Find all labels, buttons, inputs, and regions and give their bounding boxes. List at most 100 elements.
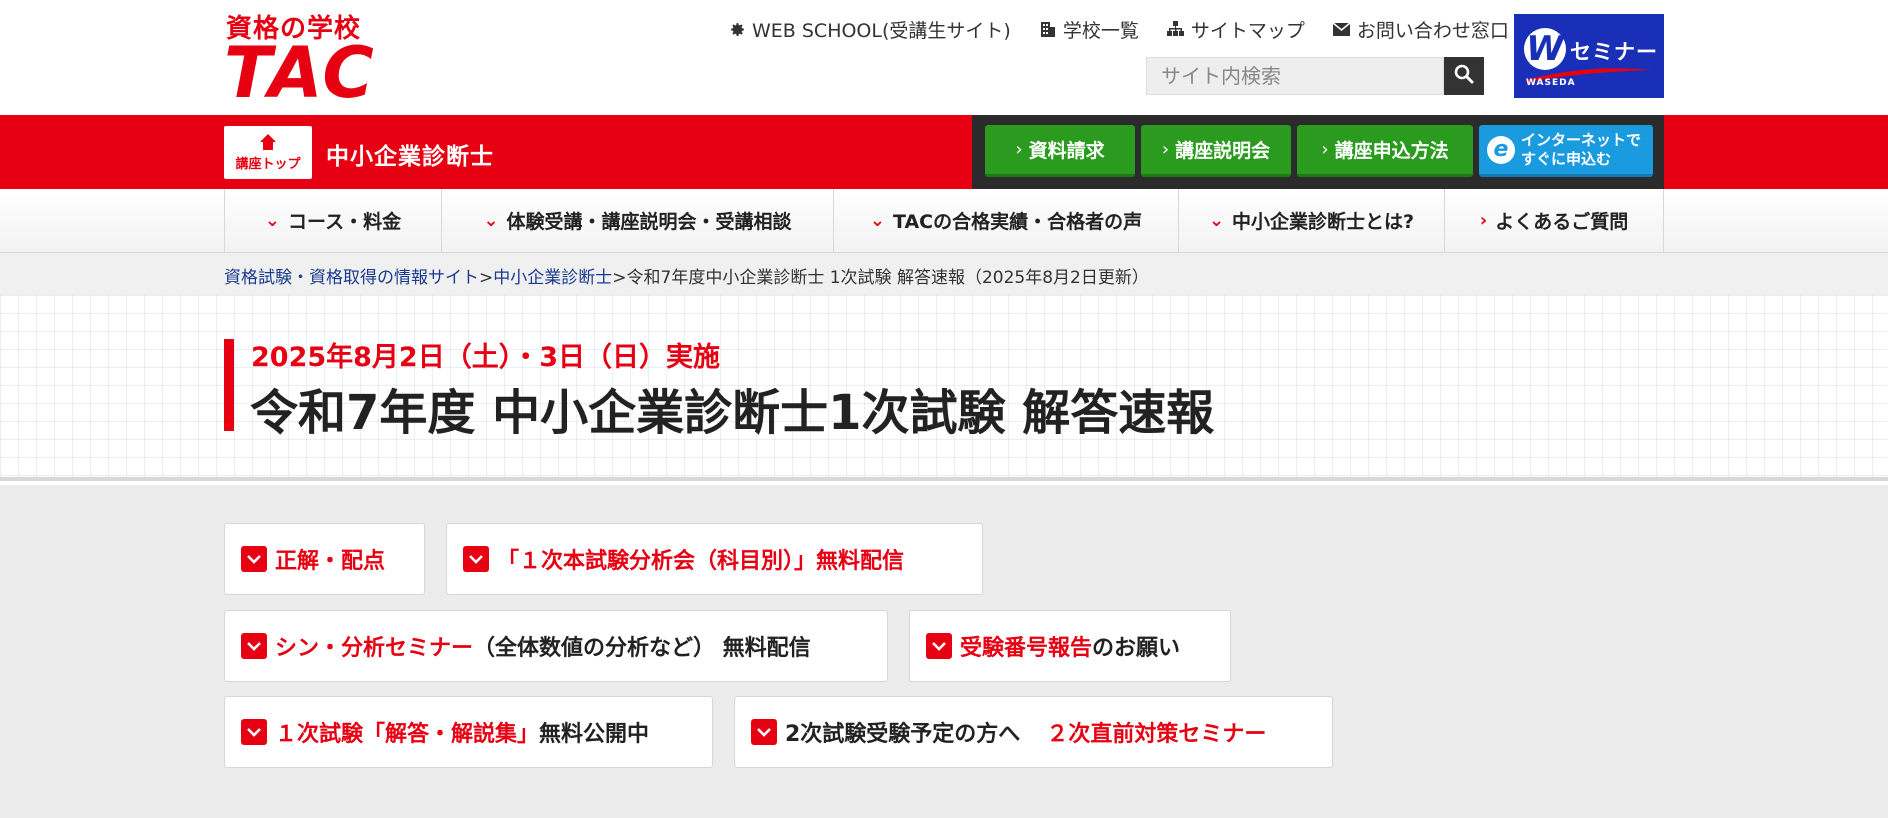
tac-logo[interactable]: 資格の学校 TAC bbox=[224, 8, 394, 114]
search-button[interactable] bbox=[1444, 57, 1484, 95]
card-label-dark: 無料公開中 bbox=[539, 722, 650, 747]
building-icon bbox=[1039, 20, 1057, 38]
main-nav: ⌄ コース・料金 ⌄ 体験受講・講座説明会・受講相談 ⌄ TACの合格実績・合格… bbox=[0, 189, 1888, 253]
card-exam-number-report[interactable]: 受験番号報告のお願い bbox=[909, 610, 1231, 682]
search-icon bbox=[1454, 64, 1474, 88]
utility-links: WEB SCHOOL(受講生サイト) 学校一覧 サイトマップ お問い合わせ窓口 bbox=[728, 16, 1509, 42]
chevron-down-icon: ⌄ bbox=[869, 210, 885, 231]
contact-label: お問い合わせ窓口 bbox=[1356, 19, 1509, 42]
web-school-label: WEB SCHOOL(受講生サイト) bbox=[752, 19, 1011, 42]
card-answers-scores[interactable]: 正解・配点 bbox=[224, 523, 425, 595]
nav-item-label: TACの合格実績・合格者の声 bbox=[892, 211, 1143, 233]
site-header: 資格の学校 TAC WEB SCHOOL(受講生サイト) 学校一覧 サイトマップ bbox=[0, 0, 1888, 115]
internet-apply-line2: すぐに申込む bbox=[1521, 149, 1612, 168]
chevron-right-icon: › bbox=[1479, 210, 1488, 231]
sitemap-icon bbox=[1167, 20, 1185, 38]
internet-apply-line1: インターネットで bbox=[1521, 130, 1642, 149]
cta-panel: › 資料請求 › 講座説明会 › 講座申込方法 e インターネットで すぐに申込… bbox=[972, 115, 1664, 189]
card-label: シン・分析セミナー（全体数値の分析など） 無料配信 bbox=[275, 630, 811, 662]
request-materials-button[interactable]: › 資料請求 bbox=[985, 125, 1135, 177]
breadcrumb-separator: > bbox=[479, 268, 494, 288]
breadcrumb-current: 令和7年度中小企業診断士 1次試験 解答速報（2025年8月2日更新） bbox=[626, 268, 1149, 288]
card-analysis-session[interactable]: 「１次本試験分析会（科目別）」無料配信 bbox=[446, 523, 983, 595]
card-label-red: シン・分析セミナー bbox=[275, 636, 474, 661]
logo-wordmark: TAC bbox=[224, 32, 376, 114]
nav-item-label: 体験受講・講座説明会・受講相談 bbox=[506, 211, 792, 233]
search-input[interactable] bbox=[1146, 57, 1444, 95]
course-bar: 講座トップ 中小企業診断士 › 資料請求 › 講座説明会 › 講座申込方法 e … bbox=[0, 115, 1888, 189]
chevron-down-icon bbox=[241, 633, 267, 659]
nav-item-about[interactable]: ⌄ 中小企業診断士とは? bbox=[1179, 189, 1445, 252]
contact-link[interactable]: お問い合わせ窓口 bbox=[1333, 16, 1509, 43]
card-label: 受験番号報告のお願い bbox=[960, 630, 1180, 662]
hero-accent-bar bbox=[224, 339, 234, 431]
card-label-red: 正解・配点 bbox=[275, 549, 386, 574]
chevron-right-icon: › bbox=[1161, 139, 1170, 160]
internet-apply-text: インターネットで すぐに申込む bbox=[1521, 131, 1641, 169]
waseda-sub-label: WASEDA bbox=[1526, 78, 1576, 88]
card-label-red: ２次直前対策セミナー bbox=[1046, 722, 1267, 747]
request-materials-label: 資料請求 bbox=[1028, 140, 1105, 162]
mail-icon bbox=[1333, 20, 1351, 38]
chevron-down-icon: ⌄ bbox=[1208, 210, 1225, 231]
card-label: 正解・配点 bbox=[275, 543, 385, 575]
course-briefing-button[interactable]: › 講座説明会 bbox=[1141, 125, 1291, 177]
card-label: １次試験「解答・解説集」無料公開中 bbox=[275, 716, 649, 748]
chevron-down-icon: ⌄ bbox=[264, 210, 281, 231]
card-label-dark: 2次試験受験予定の方へ bbox=[785, 722, 1021, 747]
card-label-red: 「１次本試験分析会（科目別）」無料配信 bbox=[497, 549, 905, 574]
e-icon: e bbox=[1487, 135, 1515, 164]
nav-item-trial[interactable]: ⌄ 体験受講・講座説明会・受講相談 bbox=[442, 189, 834, 252]
card-label: 2次試験受験予定の方へ ２次直前対策セミナー bbox=[785, 716, 1266, 748]
chevron-down-icon bbox=[463, 546, 489, 572]
nav-item-label: 中小企業診断士とは? bbox=[1232, 211, 1415, 233]
sitemap-label: サイトマップ bbox=[1190, 19, 1305, 42]
nav-item-label: よくあるご質問 bbox=[1495, 211, 1629, 233]
chevron-down-icon bbox=[241, 546, 267, 572]
page-hero: 2025年8月2日（土）・3日（日）実施 令和7年度 中小企業診断士1次試験 解… bbox=[0, 295, 1888, 481]
chevron-down-icon bbox=[241, 719, 267, 745]
course-top-button[interactable]: 講座トップ bbox=[224, 126, 312, 179]
internet-apply-button[interactable]: e インターネットで すぐに申込む bbox=[1479, 125, 1653, 177]
course-name: 中小企業診断士 bbox=[326, 144, 494, 170]
exam-date: 2025年8月2日（土）・3日（日）実施 bbox=[251, 342, 721, 373]
chevron-down-icon bbox=[751, 719, 777, 745]
breadcrumb-link-home[interactable]: 資格試験・資格取得の情報サイト bbox=[224, 268, 479, 288]
web-school-link[interactable]: WEB SCHOOL(受講生サイト) bbox=[728, 16, 1011, 43]
chevron-down-icon: ⌄ bbox=[483, 210, 499, 231]
school-list-label: 学校一覧 bbox=[1062, 19, 1139, 42]
nav-item-courses[interactable]: ⌄ コース・料金 bbox=[225, 189, 442, 252]
nav-item-label: コース・料金 bbox=[288, 211, 402, 233]
card-label-red: 受験番号報告 bbox=[960, 636, 1093, 661]
waseda-seminar-banner[interactable]: W セミナー WASEDA bbox=[1514, 14, 1664, 98]
nav-item-faq[interactable]: › よくあるご質問 bbox=[1445, 189, 1664, 252]
nav-item-results[interactable]: ⌄ TACの合格実績・合格者の声 bbox=[834, 189, 1179, 252]
page-title: 令和7年度 中小企業診断士1次試験 解答速報 bbox=[250, 385, 1215, 441]
breadcrumb-trail: 資格試験・資格取得の情報サイト>中小企業診断士>令和7年度中小企業診断士 1次試… bbox=[224, 263, 1149, 288]
how-to-apply-label: 講座申込方法 bbox=[1334, 140, 1449, 162]
site-search bbox=[1146, 57, 1484, 95]
card-label: 「１次本試験分析会（科目別）」無料配信 bbox=[497, 543, 904, 575]
course-briefing-label: 講座説明会 bbox=[1175, 140, 1271, 162]
chevron-right-icon: › bbox=[1321, 139, 1329, 160]
school-list-link[interactable]: 学校一覧 bbox=[1039, 16, 1139, 43]
waseda-seminar-label: セミナー bbox=[1570, 40, 1658, 64]
nav-items: ⌄ コース・料金 ⌄ 体験受講・講座説明会・受講相談 ⌄ TACの合格実績・合格… bbox=[224, 189, 1664, 252]
gear-icon bbox=[728, 20, 746, 38]
card-shin-seminar[interactable]: シン・分析セミナー（全体数値の分析など） 無料配信 bbox=[224, 610, 888, 682]
breadcrumb-link-course[interactable]: 中小企業診断士 bbox=[493, 268, 612, 288]
chevron-down-icon bbox=[926, 633, 952, 659]
house-icon bbox=[260, 134, 276, 150]
card-second-exam-seminar[interactable]: 2次試験受験予定の方へ ２次直前対策セミナー bbox=[734, 696, 1333, 768]
breadcrumb-separator: > bbox=[612, 268, 627, 288]
card-label-dark: のお願い bbox=[1092, 636, 1181, 661]
waseda-w-mark: W bbox=[1524, 28, 1566, 70]
chevron-right-icon: › bbox=[1015, 139, 1023, 160]
card-label-red: １次試験「解答・解説集」 bbox=[275, 722, 540, 747]
content-area: 正解・配点 「１次本試験分析会（科目別）」無料配信 シン・分析セミナー（全体数値… bbox=[0, 485, 1888, 818]
card-answer-booklet[interactable]: １次試験「解答・解説集」無料公開中 bbox=[224, 696, 713, 768]
how-to-apply-button[interactable]: › 講座申込方法 bbox=[1297, 125, 1473, 177]
course-top-label: 講座トップ bbox=[235, 157, 301, 172]
sitemap-link[interactable]: サイトマップ bbox=[1167, 16, 1305, 43]
card-label-dark: （全体数値の分析など） 無料配信 bbox=[473, 636, 811, 661]
